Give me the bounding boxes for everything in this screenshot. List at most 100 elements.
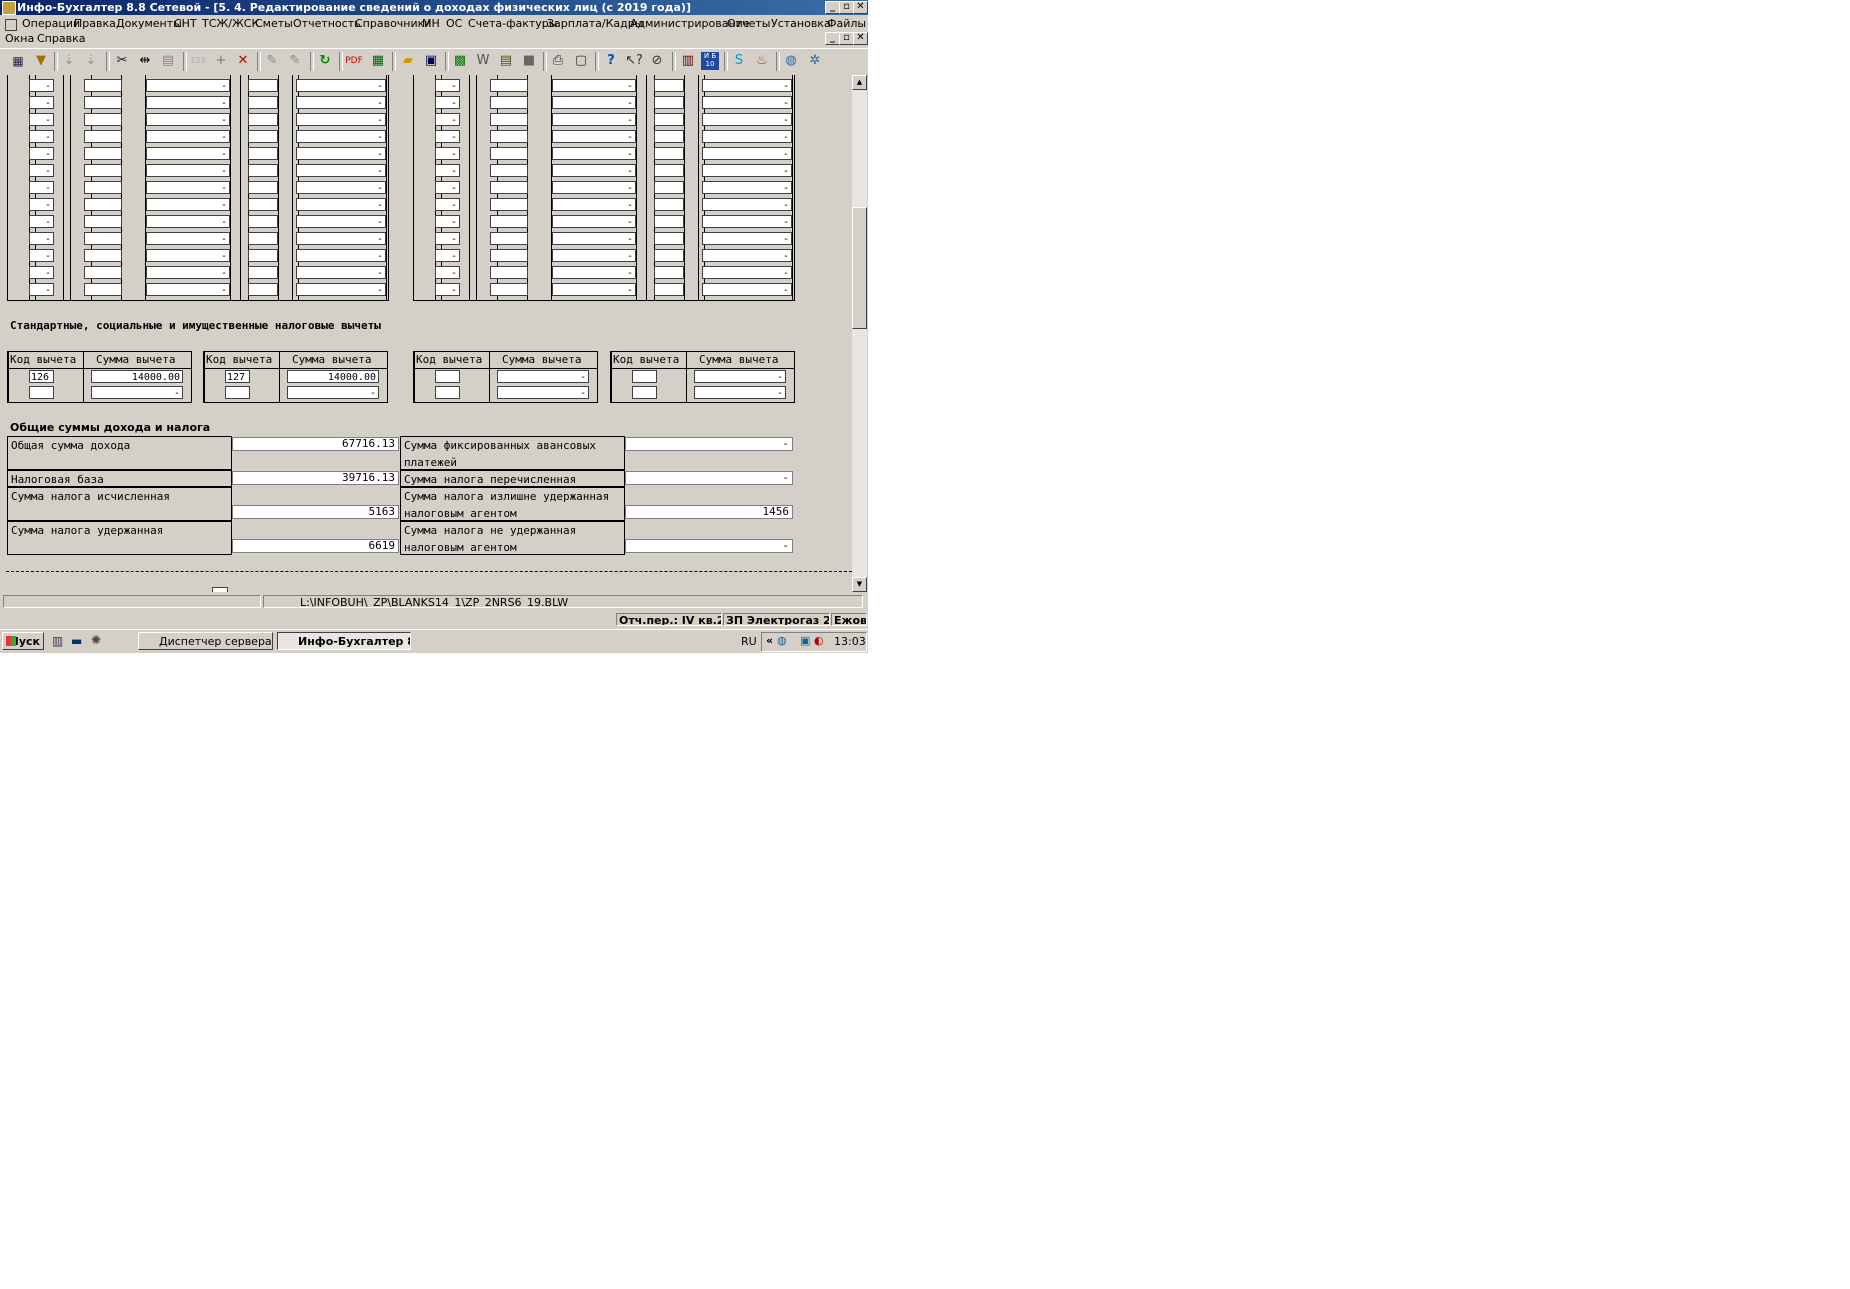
income-cell[interactable]: - [702, 113, 792, 126]
income-cell[interactable] [490, 164, 528, 177]
income-cell[interactable]: - [702, 147, 792, 160]
income-cell[interactable]: - [702, 215, 792, 228]
income-cell[interactable]: - [296, 181, 386, 194]
income-cell[interactable] [654, 113, 684, 126]
income-cell[interactable]: - [29, 147, 54, 160]
income-cell[interactable]: - [296, 147, 386, 160]
scroll-thumb[interactable] [852, 207, 867, 329]
income-cell[interactable]: - [702, 96, 792, 109]
deduction-code-field[interactable] [632, 386, 657, 399]
context-help-icon[interactable]: ↖? [625, 52, 643, 70]
tax-transferred-field[interactable]: - [625, 471, 793, 485]
income-cell[interactable]: - [702, 249, 792, 262]
menu-operations[interactable]: Операции [22, 16, 80, 31]
task-server-manager[interactable]: Диспетчер сервера [138, 632, 273, 650]
income-cell[interactable]: - [29, 79, 54, 92]
income-cell[interactable] [84, 283, 122, 296]
income-cell[interactable] [84, 147, 122, 160]
sort-asc-icon[interactable]: ⇣ [60, 52, 78, 70]
mark-icon[interactable]: ✎ [263, 52, 281, 70]
income-cell[interactable]: - [552, 113, 636, 126]
deduction-sum-field[interactable]: - [694, 386, 786, 399]
income-cell[interactable]: - [702, 79, 792, 92]
income-cell[interactable]: - [146, 96, 230, 109]
income-cell[interactable]: - [702, 232, 792, 245]
income-cell[interactable] [654, 232, 684, 245]
deduction-sum-field[interactable]: - [497, 386, 589, 399]
income-cell[interactable] [654, 96, 684, 109]
income-cell[interactable] [84, 79, 122, 92]
income-cell[interactable]: - [435, 164, 460, 177]
deduction-code-field[interactable]: 127 [225, 370, 250, 383]
income-cell[interactable] [248, 181, 278, 194]
income-cell[interactable]: - [29, 96, 54, 109]
menu-files[interactable]: Файлы [827, 16, 866, 31]
calculator-icon[interactable]: ▦ [369, 52, 387, 70]
open-folder-icon[interactable]: ▰ [399, 52, 417, 70]
menu-help[interactable]: Справка [37, 31, 85, 46]
income-cell[interactable]: - [702, 181, 792, 194]
income-cell[interactable]: - [146, 198, 230, 211]
menu-edit[interactable]: Правка [74, 16, 116, 31]
task-infobuh[interactable]: Инфо-Бухгалтер 8.8 ... [277, 632, 411, 650]
income-cell[interactable] [248, 198, 278, 211]
fixed-advance-field[interactable]: - [625, 437, 793, 451]
income-cell[interactable]: - [296, 113, 386, 126]
support-icon[interactable]: ♨ [753, 52, 771, 70]
scroll-down-icon[interactable]: ▼ [852, 577, 867, 592]
income-cell[interactable]: - [435, 130, 460, 143]
income-cell[interactable]: - [296, 266, 386, 279]
deduction-sum-field[interactable]: - [287, 386, 379, 399]
income-cell[interactable]: - [29, 283, 54, 296]
menu-directories[interactable]: Справочники [355, 16, 431, 31]
income-cell[interactable]: - [552, 283, 636, 296]
income-cell[interactable]: - [29, 232, 54, 245]
excel-icon[interactable]: ▩ [451, 52, 469, 70]
grid-view-icon[interactable]: ▦ [8, 52, 28, 70]
split-icon[interactable]: ⇹ [136, 52, 154, 70]
tray-app-icon[interactable]: ◍ [777, 634, 787, 647]
income-cell[interactable] [84, 232, 122, 245]
income-cell[interactable]: - [29, 215, 54, 228]
income-cell[interactable]: - [552, 79, 636, 92]
income-cell[interactable]: - [552, 164, 636, 177]
income-cell[interactable] [490, 96, 528, 109]
income-cell[interactable] [490, 198, 528, 211]
child-close-button[interactable]: ✕ [853, 32, 868, 45]
deduction-sum-field[interactable]: - [694, 370, 786, 383]
income-cell[interactable]: - [552, 249, 636, 262]
income-cell[interactable]: - [296, 215, 386, 228]
deduction-sum-field[interactable]: 14000.00 [287, 370, 379, 383]
vertical-scrollbar[interactable]: ▲ ▼ [852, 75, 867, 592]
numbering-icon[interactable]: 123 [189, 52, 207, 70]
income-cell[interactable]: - [552, 147, 636, 160]
preview-icon[interactable]: ▢ [572, 52, 590, 70]
menu-windows[interactable]: Окна [5, 31, 34, 46]
income-cell[interactable] [654, 215, 684, 228]
income-cell[interactable]: - [552, 198, 636, 211]
menu-reports[interactable]: Отчеты [727, 16, 770, 31]
income-cell[interactable] [248, 249, 278, 262]
server-manager-quick-icon[interactable]: ▥ [52, 634, 63, 648]
help-icon[interactable]: ? [602, 52, 620, 70]
income-cell[interactable] [84, 215, 122, 228]
income-cell[interactable]: - [552, 130, 636, 143]
start-button[interactable]: Пуск [2, 632, 44, 650]
pdf-icon[interactable]: PDF [345, 52, 363, 70]
income-cell[interactable]: - [435, 113, 460, 126]
income-cell[interactable] [490, 266, 528, 279]
income-cell[interactable]: - [146, 164, 230, 177]
income-cell[interactable] [248, 266, 278, 279]
income-cell[interactable] [490, 232, 528, 245]
unmark-icon[interactable]: ✎ [286, 52, 304, 70]
income-cell[interactable]: - [435, 96, 460, 109]
word-icon[interactable]: W [474, 52, 492, 70]
income-cell[interactable] [248, 215, 278, 228]
income-cell[interactable] [490, 249, 528, 262]
language-indicator[interactable]: RU [741, 635, 757, 648]
deduction-sum-field[interactable]: - [91, 386, 183, 399]
network-icon[interactable]: ▣ [800, 634, 810, 647]
web-icon[interactable]: ◍ [782, 52, 800, 70]
deduction-code-field[interactable] [632, 370, 657, 383]
menu-tszh[interactable]: ТСЖ/ЖСК [202, 16, 259, 31]
